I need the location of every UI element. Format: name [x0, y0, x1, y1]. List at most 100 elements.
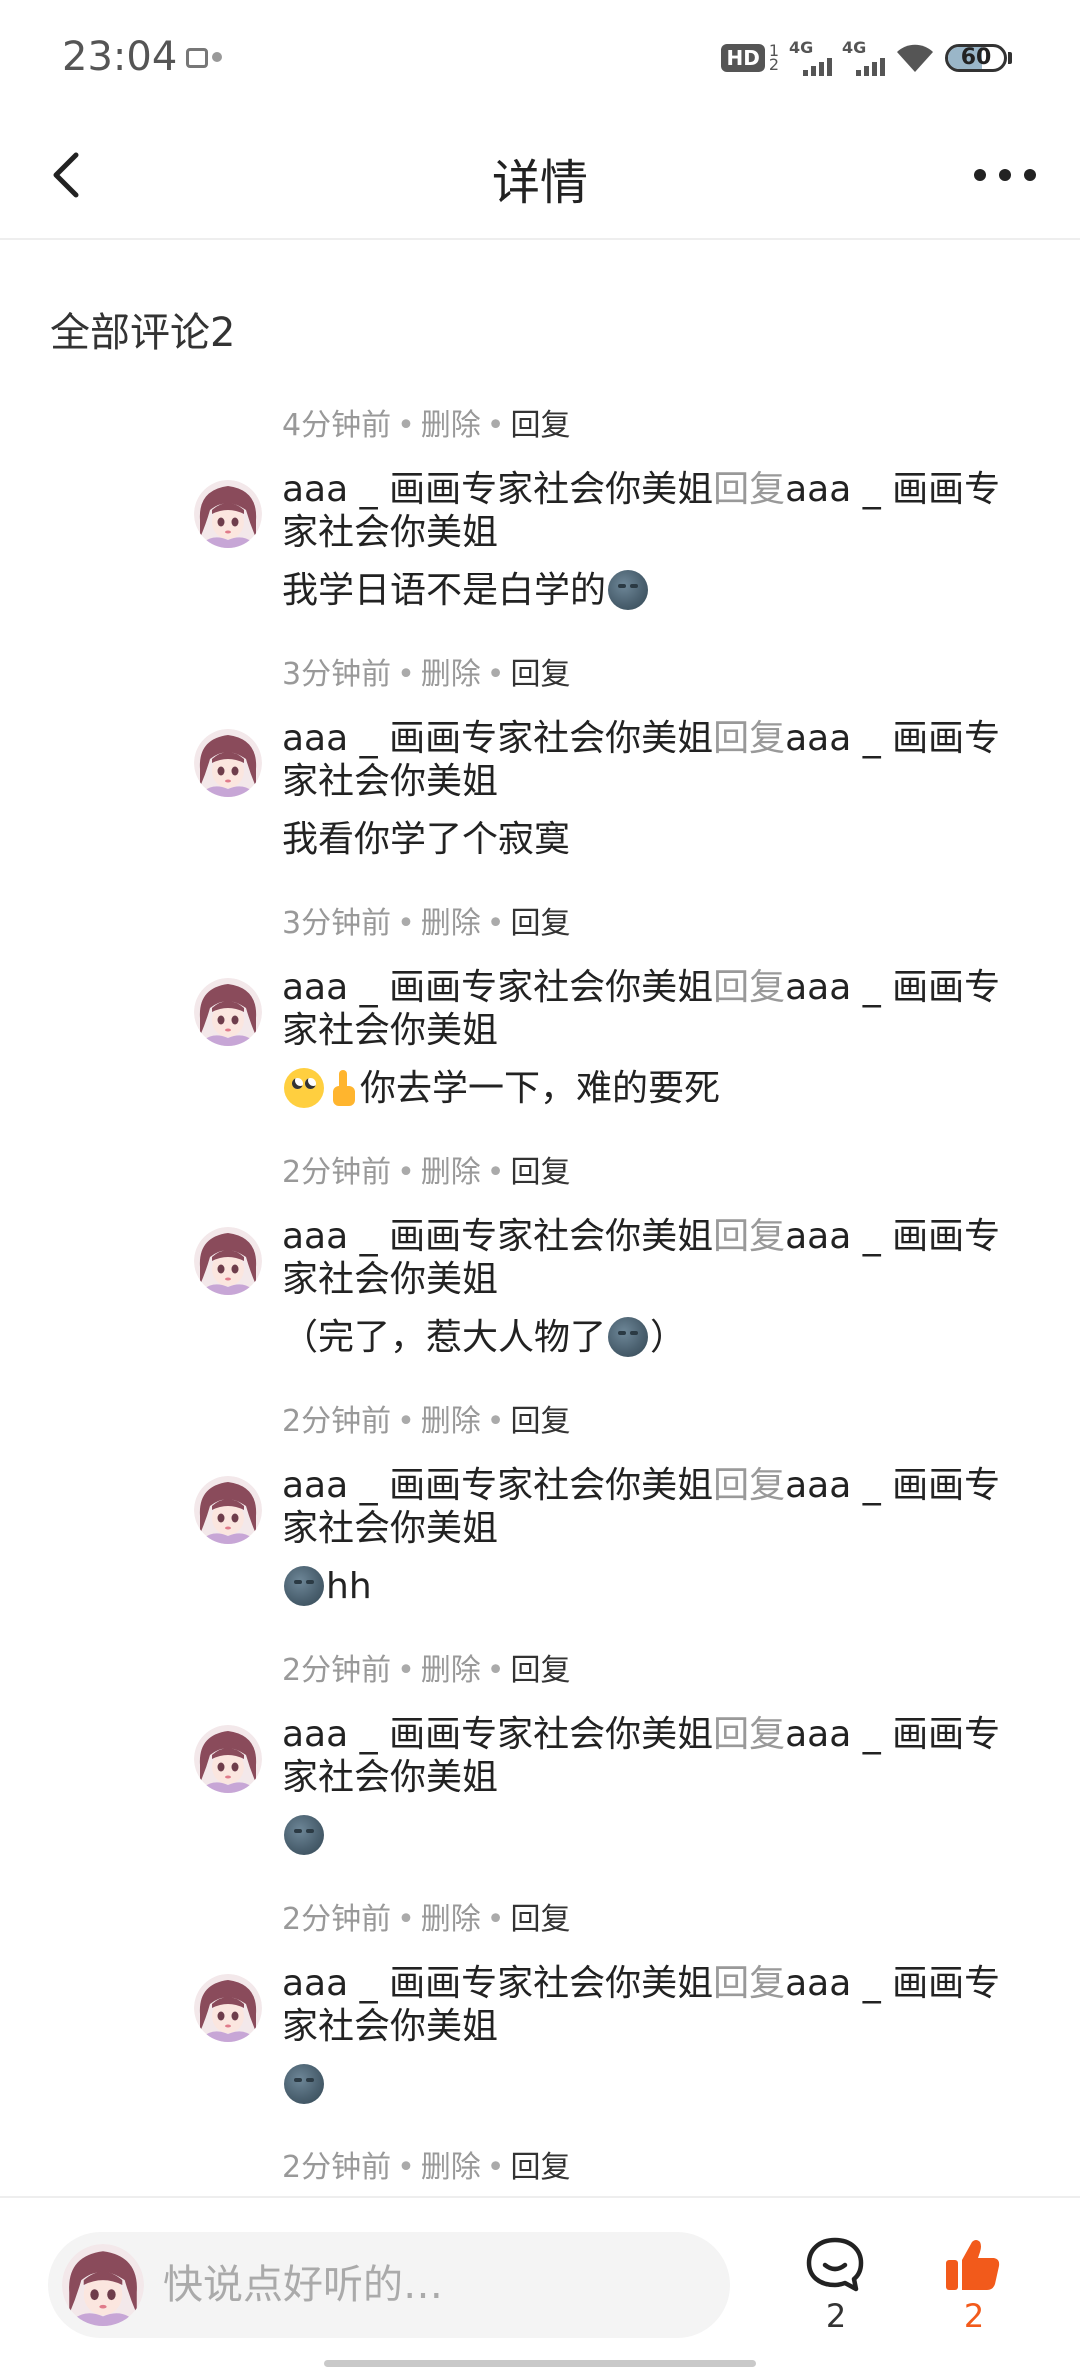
comment-time: 4分钟前: [282, 408, 392, 443]
reply-button[interactable]: 回复: [511, 657, 571, 692]
delete-button[interactable]: 删除: [421, 1155, 481, 1190]
delete-button[interactable]: 删除: [421, 1653, 481, 1688]
reply-button[interactable]: 回复: [511, 1155, 571, 1190]
reply-word: 回复: [713, 1714, 786, 1755]
like-count: 2: [963, 2297, 985, 2335]
comment-user-line: aaa _ 画画专家社会你美姐回复aaa _ 画画专家社会你美姐: [282, 1215, 1002, 1301]
avatar[interactable]: [194, 729, 262, 797]
reply-word: 回复: [713, 1963, 786, 2004]
comment-username[interactable]: aaa _ 画画专家社会你美姐: [282, 1714, 713, 1755]
reply-button[interactable]: 回复: [511, 906, 571, 941]
separator-dot: •: [486, 1155, 505, 1190]
avatar[interactable]: [194, 480, 262, 548]
delete-button[interactable]: 删除: [421, 1902, 481, 1937]
comment-username[interactable]: aaa _ 画画专家社会你美姐: [282, 718, 713, 759]
comment-user-line: aaa _ 画画专家社会你美姐回复aaa _ 画画专家社会你美姐: [282, 1962, 1002, 2048]
notification-dot-icon: [212, 52, 222, 62]
battery-level: 60: [960, 45, 992, 70]
comment-time: 2分钟前: [282, 1155, 392, 1190]
separator-dot: •: [486, 1902, 505, 1937]
avatar[interactable]: [194, 978, 262, 1046]
comment-body: 我学日语不是白学的: [282, 570, 607, 611]
comment-username[interactable]: aaa _ 画画专家社会你美姐: [282, 1216, 713, 1257]
separator-dot: •: [486, 2150, 505, 2185]
separator-dot: •: [397, 408, 415, 443]
list-item[interactable]: 2分钟前 • 删除 • 回复 aaa _ 画画专家社会你美姐回复aaa _ 画画专家社会…: [0, 1645, 1080, 1894]
hd-sim-bottom: 2: [768, 55, 779, 74]
comment-body: 你去学一下，难的要死: [360, 1068, 721, 1109]
delete-button[interactable]: 删除: [421, 408, 481, 443]
comment-username[interactable]: aaa _ 画画专家社会你美姐: [282, 967, 713, 1008]
list-item[interactable]: 2分钟前 • 删除 • 回复 aaa _ 画画专家社会你美姐回复aaa _ 画画专家社会…: [0, 1894, 1080, 2143]
avatar[interactable]: [194, 1725, 262, 1793]
comment-username[interactable]: aaa _ 画画专家社会你美姐: [282, 1465, 713, 1506]
delete-button[interactable]: 删除: [421, 906, 481, 941]
separator-dot: •: [397, 1404, 415, 1439]
comment-username[interactable]: aaa _ 画画专家社会你美姐: [282, 469, 713, 510]
signal-1-icon: 4G: [789, 40, 832, 76]
comment-meta: 4分钟前 • 删除 • 回复: [282, 400, 571, 452]
pointing-up-finger-icon: [333, 1070, 355, 1106]
reply-button[interactable]: 回复: [511, 1902, 571, 1937]
new-moon-face-icon: [284, 1815, 324, 1855]
separator-dot: •: [397, 657, 415, 692]
separator-dot: •: [397, 1653, 415, 1688]
comment-time: 2分钟前: [282, 2150, 392, 2185]
comment-text: 我学日语不是白学的: [282, 562, 1002, 620]
comment-text: 你去学一下，难的要死: [282, 1060, 1002, 1118]
avatar[interactable]: [194, 1476, 262, 1544]
speech-bubble-icon: [806, 2237, 864, 2292]
list-item[interactable]: 2分钟前 • 删除 • 回复 aaa _ 画画专家社会你美姐回复aaa _ 画画专家社会…: [0, 1396, 1080, 1645]
status-bar: 23:04 HD 1 2 4G 4G 60: [0, 0, 1080, 115]
separator-dot: •: [397, 1155, 415, 1190]
comment-user-line: aaa _ 画画专家社会你美姐回复aaa _ 画画专家社会你美姐: [282, 1713, 1002, 1799]
comment-meta: 3分钟前 • 删除 • 回复: [282, 898, 571, 950]
comment-meta: 3分钟前 • 删除 • 回复: [282, 649, 571, 701]
signal-2-label: 4G: [842, 38, 867, 57]
avatar[interactable]: [194, 1227, 262, 1295]
reply-button[interactable]: 回复: [511, 408, 571, 443]
all-comments-title: 全部评论2: [50, 310, 236, 356]
comment-body: 我看你学了个寂寞: [282, 819, 571, 860]
reply-button[interactable]: 回复: [511, 2150, 571, 2185]
delete-button[interactable]: 删除: [421, 1404, 481, 1439]
thumbs-up-icon: [946, 2240, 1000, 2290]
comment-time: 2分钟前: [282, 1902, 392, 1937]
comment-time: 2分钟前: [282, 1404, 392, 1439]
list-item[interactable]: 3分钟前 • 删除 • 回复 aaa _ 画画专家社会你美姐回复aaa _ 画画专家社会…: [0, 649, 1080, 898]
list-item[interactable]: 2分钟前 • 删除 • 回复 aaa _ 画画专家社会你美姐回复aaa _ 画画专家社会…: [0, 1147, 1080, 1396]
new-moon-face-icon: [608, 570, 649, 610]
reply-button[interactable]: 回复: [511, 1653, 571, 1688]
comment-time: 2分钟前: [282, 1653, 392, 1688]
avatar: [62, 2244, 144, 2326]
new-moon-face-icon: [608, 1317, 649, 1357]
separator-dot: •: [486, 1404, 505, 1439]
like-button[interactable]: 2: [942, 2234, 1006, 2336]
reply-word: 回复: [713, 967, 786, 1008]
comment-count-button[interactable]: 2: [804, 2234, 868, 2336]
delete-button[interactable]: 删除: [421, 2150, 481, 2185]
hd-sim-indicator: 1 2: [768, 43, 779, 74]
separator-dot: •: [486, 408, 505, 443]
nav-bar: 详情: [0, 115, 1080, 240]
comment-user-line: aaa _ 画画专家社会你美姐回复aaa _ 画画专家社会你美姐: [282, 717, 1002, 803]
delete-button[interactable]: 删除: [421, 657, 481, 692]
list-item[interactable]: 4分钟前 • 删除 • 回复 aaa _ 画画专家社会你美姐回复aaa _ 画画专家社会…: [0, 400, 1080, 649]
avatar[interactable]: [194, 1974, 262, 2042]
list-item[interactable]: 3分钟前 • 删除 • 回复 aaa _ 画画专家社会你美姐回复aaa _ 画画专家社会…: [0, 898, 1080, 1147]
comment-time: 3分钟前: [282, 906, 392, 941]
status-indicators: HD 1 2 4G 4G 60: [721, 36, 1012, 80]
comment-input[interactable]: 快说点好听的…: [48, 2232, 730, 2338]
signal-1-label: 4G: [789, 38, 814, 57]
reply-button[interactable]: 回复: [511, 1404, 571, 1439]
more-dots-icon[interactable]: [970, 147, 1040, 203]
comment-meta: 2分钟前 • 删除 • 回复: [282, 2142, 571, 2194]
comment-text: 我看你学了个寂寞: [282, 811, 1002, 869]
comment-meta: 2分钟前 • 删除 • 回复: [282, 1894, 571, 1946]
comment-username[interactable]: aaa _ 画画专家社会你美姐: [282, 1963, 713, 2004]
home-indicator: [324, 2360, 756, 2367]
hd-icon: HD: [721, 44, 765, 72]
reply-word: 回复: [713, 1216, 786, 1257]
separator-dot: •: [486, 657, 505, 692]
status-time: 23:04: [62, 34, 178, 80]
